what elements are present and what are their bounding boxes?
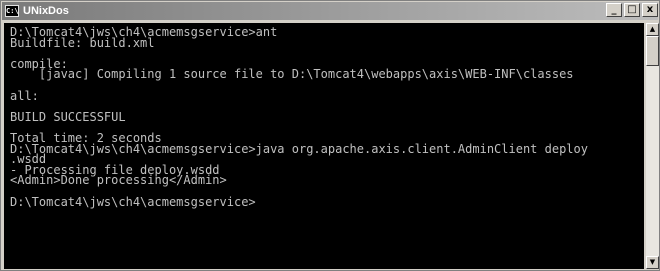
caption-buttons: _ □ x (606, 3, 658, 17)
maximize-button[interactable]: □ (624, 3, 640, 17)
scroll-up-arrow-icon[interactable]: ▲ (646, 23, 659, 36)
console-line: D:\Tomcat4\jws\ch4\acmemsgservice> (10, 194, 256, 209)
console-line: Buildfile: build.xml (10, 35, 155, 50)
console-text: D:\Tomcat4\jws\ch4\acmemsgservice>ant Bu… (4, 23, 644, 209)
scrollbar-thumb[interactable] (646, 36, 659, 66)
console-line: <Admin>Done processing</Admin> (10, 173, 227, 188)
close-button[interactable]: x (642, 3, 658, 17)
console-app-icon[interactable]: C:\ (5, 5, 19, 17)
console-line: all: (10, 88, 39, 103)
console-output[interactable]: D:\Tomcat4\jws\ch4\acmemsgservice>ant Bu… (4, 23, 644, 269)
scroll-down-arrow-icon[interactable]: ▼ (646, 256, 659, 269)
console-line: BUILD SUCCESSFUL (10, 109, 126, 124)
console-line: [javac] Compiling 1 source file to D:\To… (10, 67, 574, 82)
title-bar[interactable]: C:\ UNixDos _ □ x (2, 2, 658, 20)
console-window: C:\ UNixDos _ □ x D:\Tomcat4\jws\ch4\acm… (0, 0, 660, 271)
vertical-scrollbar[interactable]: ▲ ▼ (646, 23, 659, 269)
window-title: UNixDos (23, 5, 69, 17)
console-line: D:\Tomcat4\jws\ch4\acmemsgservice>java o… (10, 141, 588, 156)
minimize-button[interactable]: _ (606, 3, 622, 17)
